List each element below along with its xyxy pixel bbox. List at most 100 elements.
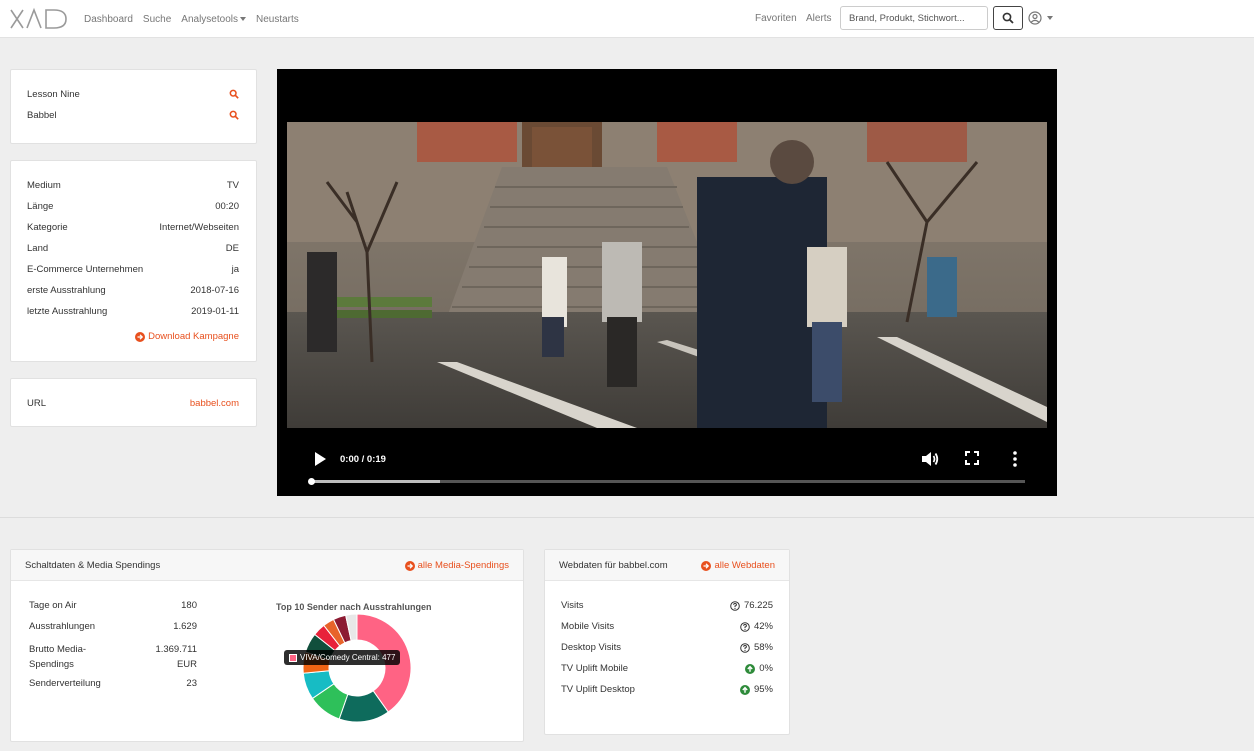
detail-value: 2019-01-11 bbox=[191, 305, 239, 317]
webdata-row: Mobile Visits 42% bbox=[561, 621, 773, 632]
question-circle-icon[interactable] bbox=[740, 621, 750, 632]
sender-donut-chart[interactable] bbox=[297, 614, 417, 734]
detail-label: E-Commerce Unternehmen bbox=[27, 263, 144, 275]
nav-dashboard[interactable]: Dashboard bbox=[84, 14, 133, 25]
xad-logo[interactable] bbox=[10, 7, 70, 31]
webdata-label: TV Uplift Mobile bbox=[561, 663, 629, 674]
spending-value: 23 bbox=[186, 678, 197, 689]
fullscreen-icon[interactable] bbox=[965, 451, 979, 465]
brand-label: Lesson Nine bbox=[27, 88, 80, 100]
video-time: 0:00 / 0:19 bbox=[340, 454, 386, 465]
brand-label: Babbel bbox=[27, 109, 57, 121]
detail-value: 00:20 bbox=[215, 200, 239, 212]
spending-value: 180 bbox=[181, 600, 197, 611]
detail-value: TV bbox=[226, 179, 239, 191]
progress-thumb[interactable] bbox=[308, 478, 315, 485]
question-circle-icon[interactable] bbox=[730, 600, 740, 611]
detail-row: E-Commerce Unternehmen ja bbox=[27, 262, 239, 276]
webdata-row: TV Uplift Mobile 0% bbox=[561, 663, 773, 674]
section-divider bbox=[0, 517, 1254, 518]
webdata-row: Visits 76.225 bbox=[561, 600, 773, 611]
spendings-header: Schaltdaten & Media Spendings alle Media… bbox=[11, 550, 523, 581]
webdata-value: 76.225 bbox=[743, 600, 773, 611]
arrow-circle-right-icon bbox=[135, 331, 146, 342]
detail-label: Medium bbox=[27, 179, 61, 191]
user-circle-icon bbox=[1028, 11, 1042, 25]
nav-favoriten[interactable]: Favoriten bbox=[755, 13, 797, 24]
spending-row: Brutto Media-Spendings 1.369.711 EUR bbox=[29, 642, 197, 672]
detail-row: Kategorie Internet/Webseiten bbox=[27, 220, 239, 234]
spendings-title: Schaltdaten & Media Spendings bbox=[25, 560, 161, 571]
alle-media-spendings-link[interactable]: alle Media-Spendings bbox=[404, 560, 509, 571]
detail-label: Land bbox=[27, 242, 49, 254]
chevron-down-icon bbox=[1047, 16, 1053, 20]
nav-alerts[interactable]: Alerts bbox=[806, 13, 832, 24]
video-still-image bbox=[287, 122, 1047, 428]
alle-media-spendings-label: alle Media-Spendings bbox=[417, 560, 509, 571]
webdata-label: Mobile Visits bbox=[561, 621, 615, 632]
tooltip-swatch bbox=[289, 653, 297, 662]
chart-tooltip: VIVA/Comedy Central: 477 bbox=[284, 650, 401, 665]
alle-webdaten-link[interactable]: alle Webdaten bbox=[701, 560, 775, 571]
search-input[interactable] bbox=[840, 6, 988, 30]
nav-neustarts[interactable]: Neustarts bbox=[256, 14, 299, 25]
url-card: URL babbel.com bbox=[10, 378, 257, 427]
play-icon[interactable] bbox=[313, 451, 327, 467]
detail-label: Länge bbox=[27, 200, 54, 212]
url-link[interactable]: babbel.com bbox=[190, 398, 239, 409]
brand-row: Lesson Nine bbox=[27, 87, 239, 101]
webdata-value: 42% bbox=[753, 621, 773, 632]
webdata-value: 95% bbox=[753, 684, 773, 695]
search-icon[interactable] bbox=[229, 89, 239, 99]
webdata-title: Webdaten für babbel.com bbox=[559, 560, 668, 571]
more-vertical-icon[interactable] bbox=[1010, 449, 1020, 469]
detail-row: Länge 00:20 bbox=[27, 199, 239, 213]
video-frame[interactable] bbox=[287, 122, 1047, 428]
detail-value: ja bbox=[231, 263, 239, 275]
buffered-bar bbox=[311, 480, 440, 483]
nav-suche[interactable]: Suche bbox=[143, 14, 171, 25]
spending-row: Tage on Air 180 bbox=[29, 600, 197, 611]
webdata-row: Desktop Visits 58% bbox=[561, 642, 773, 653]
download-kampagne-label: Download Kampagne bbox=[148, 331, 239, 342]
spending-label: Brutto Media-Spendings bbox=[29, 644, 87, 670]
video-controls: 0:00 / 0:19 bbox=[277, 439, 1057, 496]
url-row: URL babbel.com bbox=[27, 396, 239, 410]
user-menu-button[interactable] bbox=[1028, 11, 1053, 25]
detail-value: DE bbox=[225, 242, 239, 254]
spending-value: 1.629 bbox=[173, 621, 197, 632]
spendings-panel: Schaltdaten & Media Spendings alle Media… bbox=[10, 549, 524, 742]
nav-analysetools-label: Analysetools bbox=[181, 13, 238, 25]
alle-webdaten-label: alle Webdaten bbox=[714, 560, 775, 571]
video-progress-bar[interactable] bbox=[308, 478, 1025, 485]
detail-row: Land DE bbox=[27, 241, 239, 255]
search-icon bbox=[1002, 12, 1014, 24]
nav-analysetools-dropdown[interactable]: Analysetools bbox=[181, 14, 246, 25]
video-player[interactable]: 0:00 / 0:19 bbox=[277, 69, 1057, 496]
spending-row: Ausstrahlungen 1.629 bbox=[29, 621, 197, 632]
spending-label: Ausstrahlungen bbox=[29, 621, 96, 632]
detail-value: Internet/Webseiten bbox=[159, 221, 239, 233]
arrow-up-circle-icon bbox=[745, 663, 756, 674]
detail-row: letzte Ausstrahlung 2019-01-11 bbox=[27, 304, 239, 318]
chevron-down-icon bbox=[239, 16, 246, 21]
download-kampagne-link[interactable]: Download Kampagne bbox=[135, 331, 239, 342]
detail-row: erste Ausstrahlung 2018-07-16 bbox=[27, 283, 239, 297]
webdata-value: 0% bbox=[759, 663, 773, 674]
search-icon[interactable] bbox=[229, 110, 239, 120]
search-button[interactable] bbox=[993, 6, 1023, 30]
spending-value: 1.369.711 EUR bbox=[155, 644, 197, 670]
webdata-label: TV Uplift Desktop bbox=[561, 684, 635, 695]
brand-row: Babbel bbox=[27, 108, 239, 122]
detail-value: 2018-07-16 bbox=[190, 284, 239, 296]
detail-label: letzte Ausstrahlung bbox=[27, 305, 108, 317]
top-navbar: Dashboard Suche Analysetools Neustarts F… bbox=[0, 0, 1254, 38]
detail-row: Medium TV bbox=[27, 178, 239, 192]
webdata-row: TV Uplift Desktop 95% bbox=[561, 684, 773, 695]
webdata-label: Visits bbox=[561, 600, 584, 611]
arrow-circle-right-icon bbox=[404, 560, 415, 571]
volume-icon[interactable] bbox=[920, 449, 940, 469]
arrow-up-circle-icon bbox=[739, 684, 750, 695]
detail-label: erste Ausstrahlung bbox=[27, 284, 106, 296]
question-circle-icon[interactable] bbox=[740, 642, 750, 653]
